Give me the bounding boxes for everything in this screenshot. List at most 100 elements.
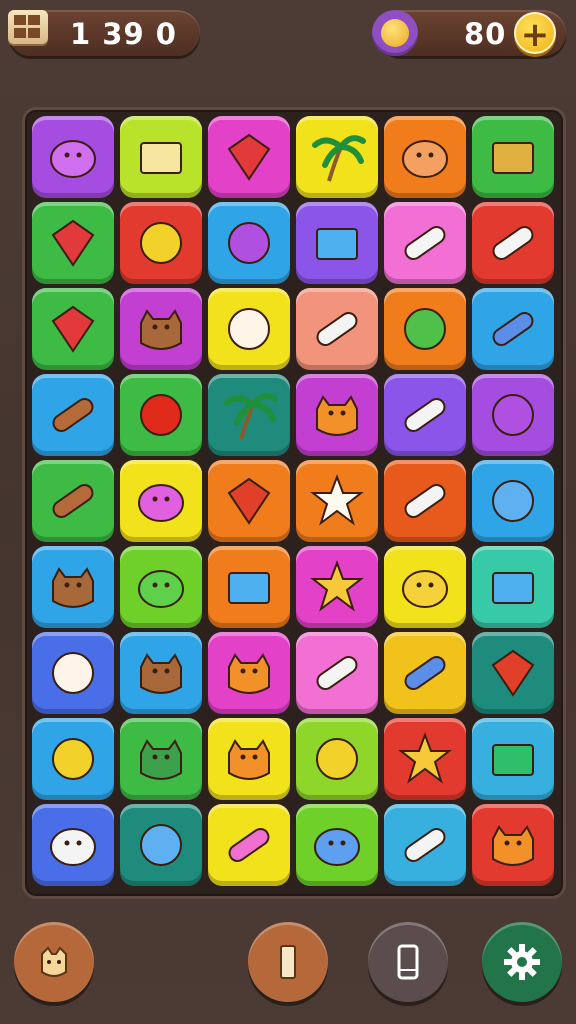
tile-lemon-icon[interactable]	[32, 718, 114, 800]
tile-orange-pill-icon[interactable]	[32, 460, 114, 542]
blue-crayon-icon	[492, 311, 534, 347]
blue-rattle-icon	[140, 824, 182, 866]
settings-button[interactable]	[482, 922, 562, 1002]
tile-white-ghost-icon[interactable]	[32, 804, 114, 886]
card-button[interactable]	[248, 922, 328, 1002]
tile-orange-ghost-icon[interactable]	[384, 116, 466, 198]
tile-orange-cat-icon[interactable]	[208, 718, 290, 800]
tile-capsule-icon[interactable]	[472, 202, 554, 284]
yellow-ghost-icon	[402, 570, 448, 608]
bear-icon	[140, 309, 182, 350]
tile-yellow-ghost-icon[interactable]	[384, 546, 466, 628]
tile-palm-tree-icon[interactable]	[296, 116, 378, 198]
tile-green-pear-icon[interactable]	[384, 288, 466, 370]
red-ball-icon	[140, 394, 182, 436]
tile-spiky-ball-icon[interactable]	[208, 202, 290, 284]
envelope-icon	[228, 572, 270, 604]
tile-bear-icon[interactable]	[120, 288, 202, 370]
tile-blue-oval-icon[interactable]	[472, 460, 554, 542]
purple-blob-icon	[50, 140, 96, 178]
orange-pill-icon	[52, 483, 94, 519]
tile-golden-crate-icon[interactable]	[472, 116, 554, 198]
tile-palm-tree-icon[interactable]	[208, 374, 290, 456]
purple-rattle-icon	[492, 394, 534, 436]
tile-green-frame-icon[interactable]	[472, 718, 554, 800]
marker-icon	[404, 397, 446, 433]
tile-pink-crayon-icon[interactable]	[208, 804, 290, 886]
tile-pencil-icon[interactable]	[296, 288, 378, 370]
capsule-icon	[492, 225, 534, 261]
brown-cat-icon	[52, 567, 94, 608]
tile-brown-cat-icon[interactable]	[32, 546, 114, 628]
creature-icon	[41, 946, 67, 977]
creature-button[interactable]	[14, 922, 94, 1002]
tile-blue-box-icon[interactable]	[296, 202, 378, 284]
coin-icon	[372, 10, 418, 56]
tile-cheese-icon[interactable]	[120, 116, 202, 198]
tile-marker-icon[interactable]	[384, 374, 466, 456]
tile-orange-sun-icon[interactable]	[208, 632, 290, 714]
white-feather-icon	[404, 827, 446, 863]
green-pear-icon	[404, 308, 446, 350]
tile-blue-rattle-icon[interactable]	[120, 804, 202, 886]
tile-wood-plank-icon[interactable]	[32, 374, 114, 456]
golden-crate-icon	[492, 142, 534, 174]
level-icon	[8, 10, 48, 44]
palm-tree-icon	[224, 393, 278, 440]
tile-puffball-icon[interactable]	[208, 288, 290, 370]
tile-marker-icon[interactable]	[384, 460, 466, 542]
tile-blue-crayon-icon[interactable]	[472, 288, 554, 370]
tile-yellow-fruit-icon[interactable]	[120, 202, 202, 284]
pink-blob-icon	[138, 484, 184, 522]
green-dragon-icon	[140, 739, 182, 780]
tile-white-feather-icon[interactable]	[384, 804, 466, 886]
add-coins-button[interactable]: +	[514, 12, 556, 55]
tile-sun-creature-icon[interactable]	[296, 374, 378, 456]
orange-fluff-icon	[492, 825, 534, 866]
tile-red-ball-icon[interactable]	[120, 374, 202, 456]
tile-purple-rattle-icon[interactable]	[472, 374, 554, 456]
puffball-icon	[228, 308, 270, 350]
feather-icon	[404, 225, 446, 261]
marker-icon	[404, 483, 446, 519]
red-leaf-icon	[491, 649, 535, 697]
tile-red-leaf-icon[interactable]	[208, 460, 290, 542]
green-frame-icon	[492, 744, 534, 776]
tile-blue-plank-icon[interactable]	[384, 632, 466, 714]
tile-sign-icon[interactable]	[472, 546, 554, 628]
tile-green-dragon-icon[interactable]	[120, 718, 202, 800]
brown-creature-icon	[140, 653, 182, 694]
red-gem-icon	[227, 133, 271, 181]
palm-tree-icon	[312, 135, 366, 182]
tile-red-gem-icon[interactable]	[208, 116, 290, 198]
orange-cat-icon	[228, 739, 270, 780]
blue-box-icon	[316, 228, 358, 260]
striped-gem-icon	[51, 219, 95, 267]
phone-button[interactable]	[368, 922, 448, 1002]
tile-red-leaf-icon[interactable]	[472, 632, 554, 714]
tile-red-diamond-icon[interactable]	[32, 288, 114, 370]
tile-yellow-star-icon[interactable]	[384, 718, 466, 800]
mango-icon	[316, 738, 358, 780]
sign-icon	[492, 572, 534, 604]
blue-plank-icon	[404, 655, 446, 691]
level-text: 1 39 0	[70, 17, 177, 51]
tile-mango-icon[interactable]	[296, 718, 378, 800]
tile-snowball-icon[interactable]	[32, 632, 114, 714]
tile-crossed-tools-icon[interactable]	[296, 632, 378, 714]
tile-brown-creature-icon[interactable]	[120, 632, 202, 714]
tile-gold-star-icon[interactable]	[296, 546, 378, 628]
tile-pink-blob-icon[interactable]	[120, 460, 202, 542]
tile-orange-fluff-icon[interactable]	[472, 804, 554, 886]
red-diamond-icon	[51, 305, 95, 353]
tile-feather-icon[interactable]	[384, 202, 466, 284]
cheese-icon	[140, 142, 182, 174]
tile-blue-blob-icon[interactable]	[296, 804, 378, 886]
card-icon	[280, 945, 296, 979]
tile-striped-gem-icon[interactable]	[32, 202, 114, 284]
tile-purple-blob-icon[interactable]	[32, 116, 114, 198]
tile-green-slime-icon[interactable]	[120, 546, 202, 628]
crossed-tools-icon	[316, 655, 358, 691]
tile-white-star-icon[interactable]	[296, 460, 378, 542]
tile-envelope-icon[interactable]	[208, 546, 290, 628]
